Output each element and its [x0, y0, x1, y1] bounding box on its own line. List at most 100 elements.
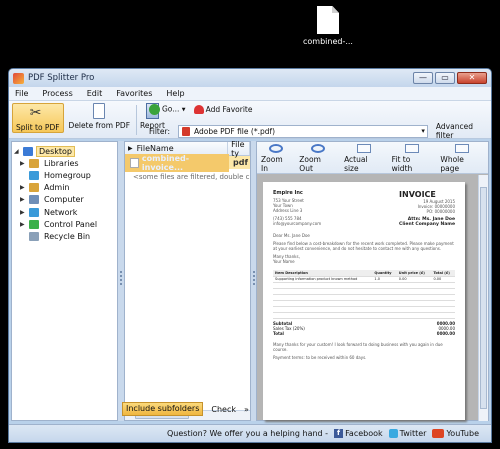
file-type: pdf — [233, 158, 248, 167]
user-folder-icon — [29, 183, 39, 193]
control-panel-icon — [29, 219, 39, 229]
tree-item-label: Libraries — [44, 158, 79, 168]
tree-item-recycle-bin[interactable]: Recycle Bin — [12, 230, 117, 242]
minimize-button[interactable]: — — [413, 72, 433, 84]
check-button[interactable]: Check — [203, 405, 244, 414]
invoice-email: info@yourcompany.com — [273, 221, 322, 226]
zoom-out-label: Zoom Out — [299, 155, 321, 173]
title-bar[interactable]: PDF Splitter Pro — ▭ ✕ — [9, 69, 491, 87]
whole-page-button[interactable]: Whole page — [436, 142, 488, 173]
zoom-in-button[interactable]: Zoom In — [257, 142, 295, 173]
add-favorite-button[interactable]: Add Favorite — [193, 104, 253, 115]
expand-icon: ▶ — [20, 220, 25, 228]
folder-tree: ◢ Desktop ▶ Libraries Homegroup ▶ Admin … — [11, 141, 118, 421]
tree-item-label: Network — [44, 207, 78, 217]
invoice-client: Client Company Name — [399, 222, 455, 227]
zoom-toolbar: Zoom In Zoom Out Actual size Fit to widt… — [257, 142, 488, 174]
zoom-out-button[interactable]: Zoom Out — [295, 142, 340, 173]
invoice-company: Empire Inc — [273, 190, 303, 196]
scroll-thumb[interactable] — [480, 187, 487, 409]
facebook-icon: f — [334, 429, 344, 438]
tree-item-homegroup[interactable]: Homegroup — [12, 169, 117, 181]
menu-edit[interactable]: Edit — [87, 89, 103, 98]
invoice-po: PO: 00000000 — [426, 209, 455, 214]
expand-icon: ▶ — [20, 159, 25, 167]
tree-item-libraries[interactable]: ▶ Libraries — [12, 157, 117, 169]
pdf-file-icon — [130, 157, 139, 168]
tree-item-desktop[interactable]: ◢ Desktop — [12, 145, 117, 157]
file-name: combined-invoice... — [141, 153, 190, 172]
toolbar-separator — [136, 105, 138, 135]
pdf-page-preview[interactable]: Empire Inc 753 Your Street Your Town Add… — [263, 182, 465, 420]
twitter-link[interactable]: Twitter — [388, 429, 426, 438]
pdf-icon — [181, 126, 190, 136]
whole-page-icon — [455, 144, 470, 153]
tree-item-admin[interactable]: ▶ Admin — [12, 182, 117, 194]
app-window: PDF Splitter Pro — ▭ ✕ File Process Edit… — [8, 68, 492, 443]
scissors-icon: ✂ — [29, 105, 42, 121]
go-label: Go... ▾ — [162, 104, 186, 114]
network-icon — [29, 207, 39, 217]
close-button[interactable]: ✕ — [457, 72, 487, 84]
filter-value: Adobe PDF file (*.pdf) — [193, 126, 276, 136]
tree-item-label: Desktop — [36, 145, 75, 157]
menu-process[interactable]: Process — [42, 89, 72, 98]
advanced-filter-link[interactable]: Advanced filter — [436, 122, 491, 140]
actual-size-button[interactable]: Actual size — [340, 142, 388, 173]
actual-size-label: Actual size — [344, 155, 368, 173]
facebook-link[interactable]: f Facebook — [334, 429, 383, 438]
tree-item-label: Recycle Bin — [44, 231, 91, 241]
filter-dropdown[interactable]: Adobe PDF file (*.pdf) ▾ — [177, 124, 428, 138]
include-subfolders-button[interactable]: Include subfolders — [122, 402, 204, 416]
maximize-button[interactable]: ▭ — [435, 72, 455, 84]
zoom-in-icon — [269, 144, 284, 153]
invoice-signature: Your Name — [273, 259, 295, 264]
pdf-file-icon — [317, 6, 339, 34]
go-icon — [149, 104, 160, 115]
desktop-file-icon[interactable]: combined-... — [298, 6, 358, 46]
add-favorite-label: Add Favorite — [205, 104, 253, 114]
expand-icon: ◢ — [14, 147, 19, 155]
invoice-payment-terms: Payment terms: to be received within 60 … — [273, 354, 367, 360]
col-filetype[interactable]: File ty — [228, 140, 250, 158]
homegroup-icon — [29, 170, 39, 180]
desktop-file-label: combined-... — [303, 37, 353, 46]
invoice-footer: Many thanks for your custom! I look forw… — [273, 341, 443, 352]
invoice-row — [273, 312, 455, 319]
tree-item-control-panel[interactable]: ▶ Control Panel — [12, 218, 117, 230]
folder-icon — [29, 158, 39, 168]
app-icon — [13, 72, 24, 84]
expand-icon: ▶ — [20, 208, 25, 216]
computer-icon — [29, 195, 39, 205]
filtered-note[interactable]: <some files are filtered, double click .… — [125, 173, 250, 181]
fit-to-width-button[interactable]: Fit to width — [388, 142, 437, 173]
tree-item-label: Computer — [44, 195, 84, 205]
menu-help[interactable]: Help — [166, 89, 184, 98]
go-button[interactable]: Go... ▾ — [149, 104, 186, 115]
split-to-pdf-button[interactable]: ✂ Split to PDF — [12, 103, 64, 133]
menu-file[interactable]: File — [15, 89, 28, 98]
zoom-in-label: Zoom In — [261, 155, 283, 173]
youtube-link[interactable]: YouTube — [432, 429, 479, 438]
actual-size-icon — [356, 144, 371, 153]
delete-from-pdf-button[interactable]: Delete from PDF — [66, 101, 133, 130]
grip-icon — [253, 271, 255, 285]
document-delete-icon — [93, 103, 106, 119]
menu-favorites[interactable]: Favorites — [116, 89, 152, 98]
vertical-scrollbar[interactable] — [478, 175, 488, 421]
menu-bar: File Process Edit Favorites Help — [9, 87, 491, 101]
main-panes: ◢ Desktop ▶ Libraries Homegroup ▶ Admin … — [11, 140, 489, 421]
invoice-address-line: Address Line 3 — [273, 208, 303, 213]
invoice-title: INVOICE — [399, 190, 436, 199]
grip-icon — [120, 271, 122, 285]
more-chevron-icon[interactable]: » — [244, 405, 249, 414]
status-bar: Question? We offer you a helping hand - … — [9, 424, 491, 442]
tree-item-computer[interactable]: ▶ Computer — [12, 194, 117, 206]
file-row[interactable]: combined-invoice... pdf — [125, 153, 250, 172]
toolbar: ✂ Split to PDF Delete from PDF Report Go… — [9, 101, 491, 140]
sort-arrow-icon: ▶ — [128, 145, 133, 152]
split-to-pdf-label: Split to PDF — [16, 123, 60, 132]
fit-width-icon — [405, 144, 419, 153]
tree-item-network[interactable]: ▶ Network — [12, 206, 117, 218]
filter-label: Filter: — [149, 126, 170, 136]
